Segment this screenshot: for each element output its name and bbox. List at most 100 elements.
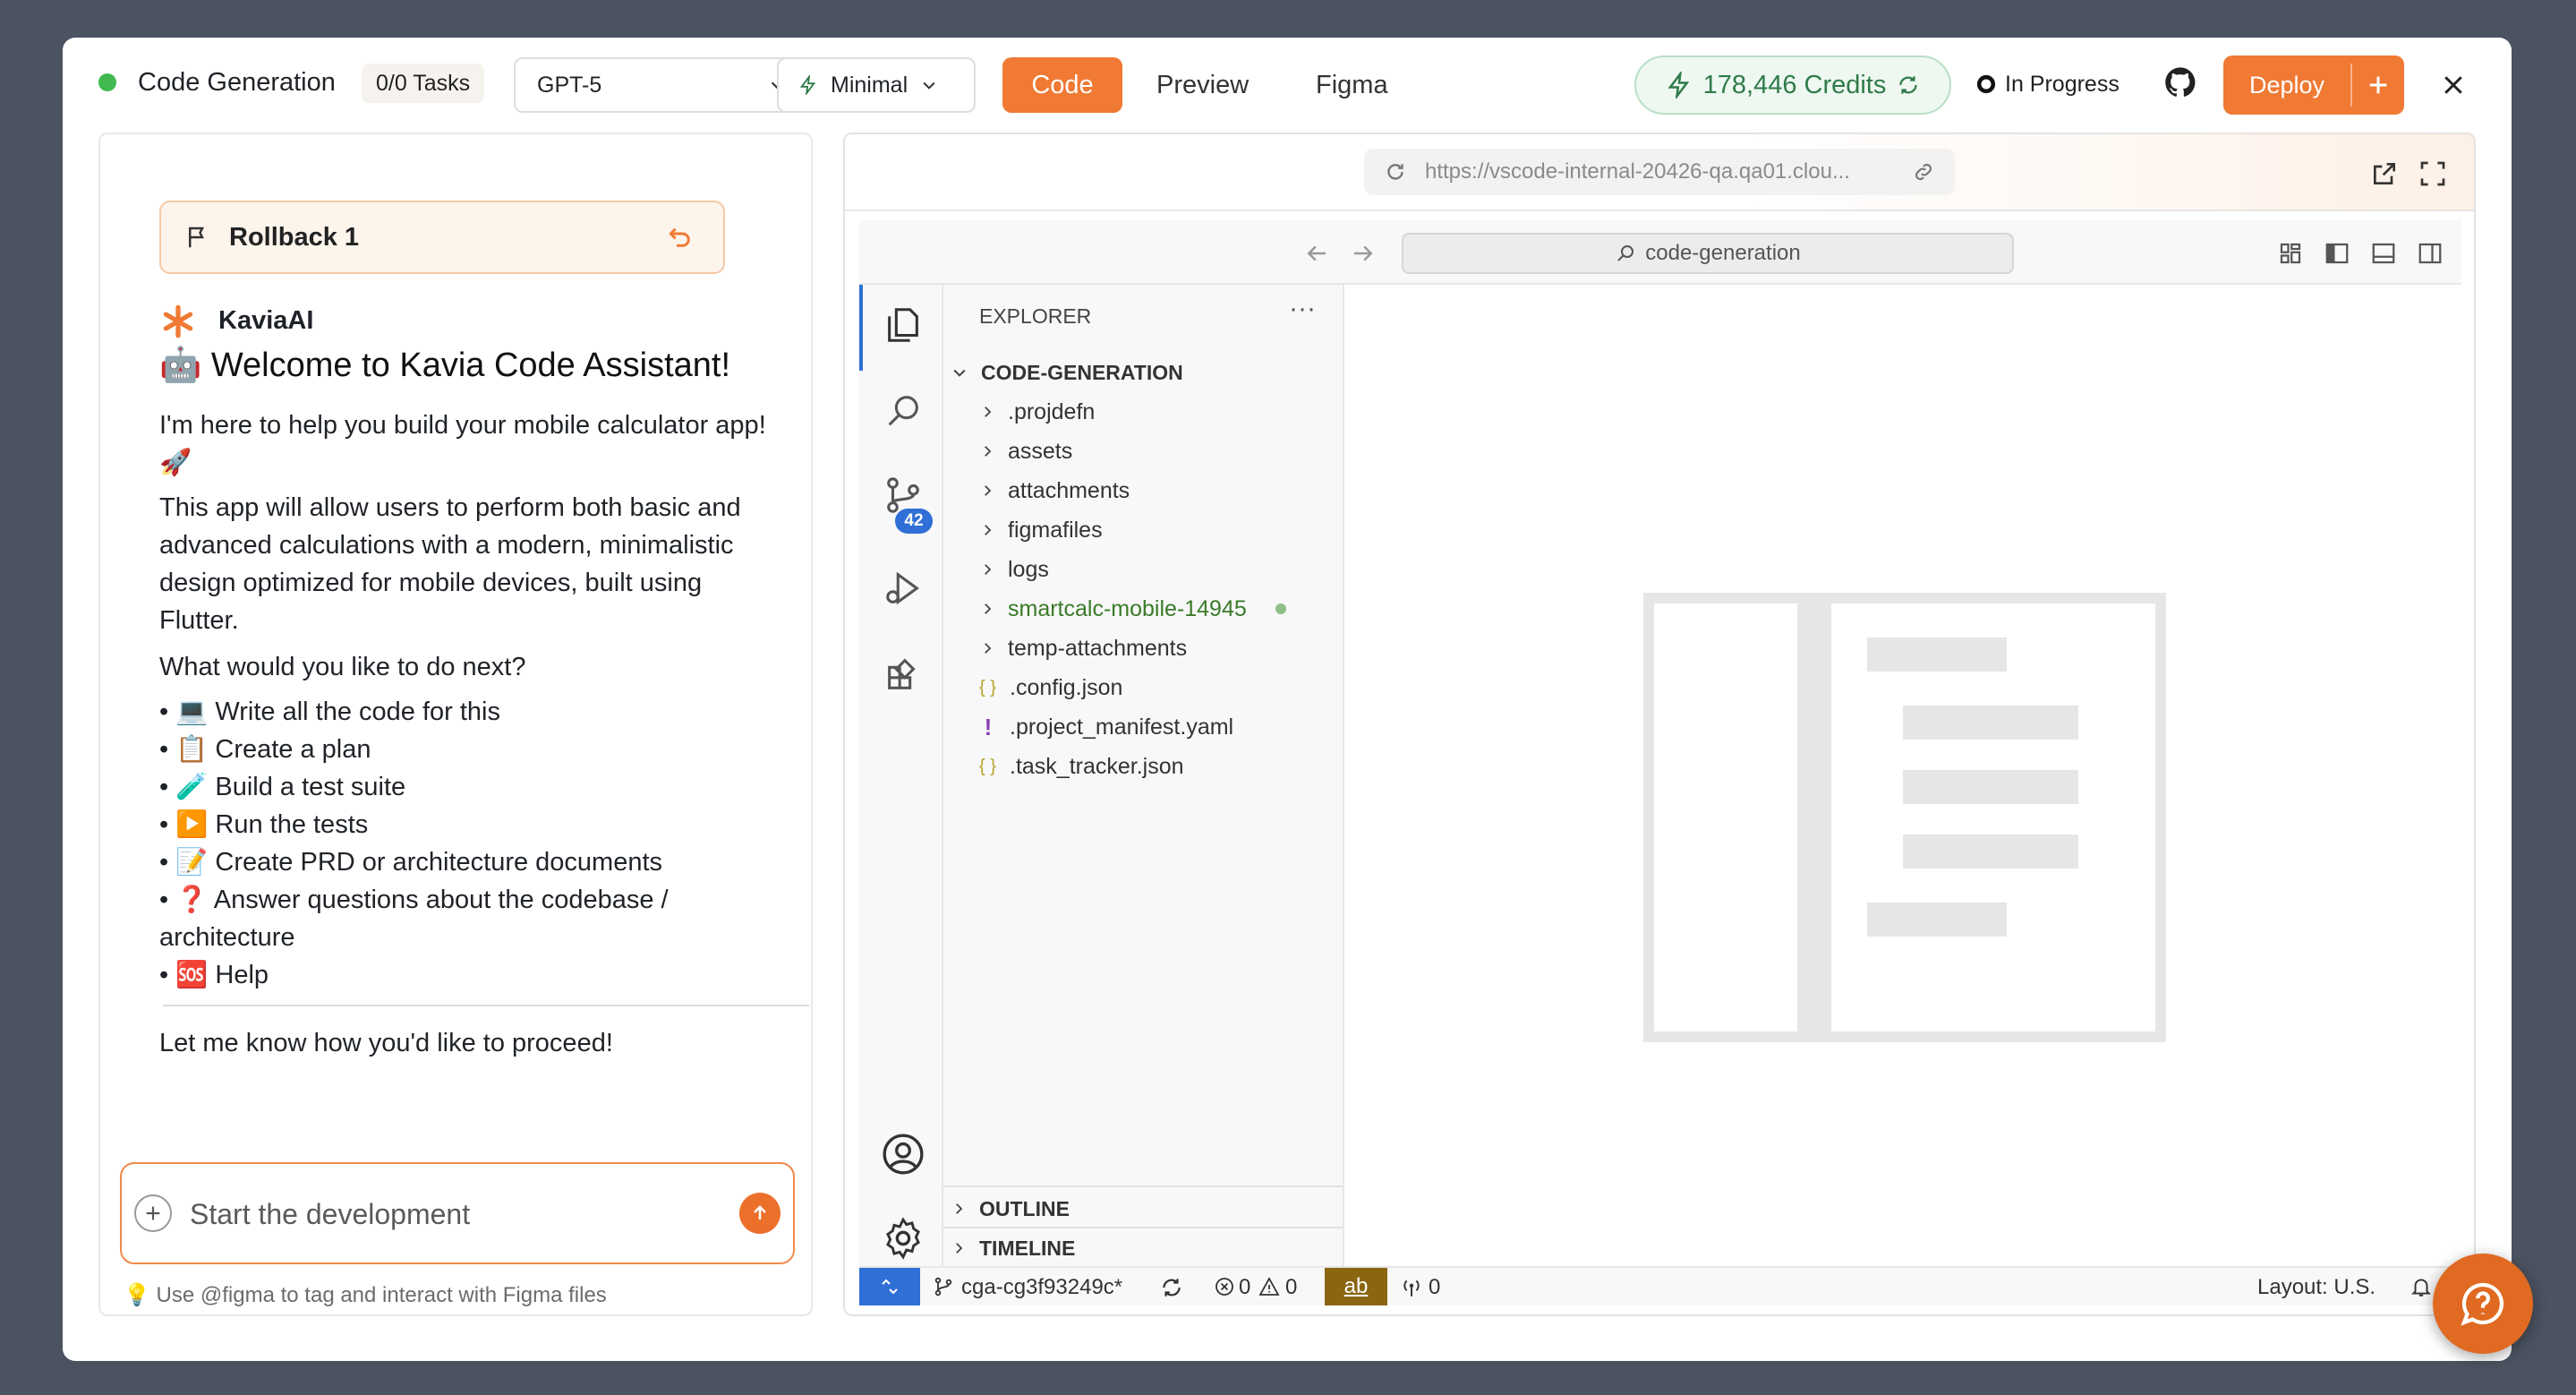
option-answer-questions[interactable]: • ❓ Answer questions about the codebase … — [159, 881, 669, 919]
folder-label: .projdefn — [1008, 398, 1096, 424]
warning-icon[interactable] — [1258, 1276, 1280, 1297]
keyboard-layout[interactable]: Layout: U.S. — [2257, 1275, 2376, 1300]
chevron-right-icon — [956, 1203, 963, 1214]
option-build-tests[interactable]: • 🧪 Build a test suite — [159, 768, 405, 806]
intro-rocket: 🚀 — [159, 449, 192, 477]
sender-name: KaviaAI — [218, 306, 314, 335]
sync-icon[interactable] — [1160, 1276, 1183, 1299]
tab-code[interactable]: Code — [1002, 57, 1122, 113]
status-bar: cga-cg3f93249c* 0 0 ab 0 Layout: U.S. — [859, 1266, 2461, 1305]
files-icon[interactable] — [883, 304, 924, 346]
tree-folder-logs[interactable]: logs — [979, 550, 1049, 589]
account-icon[interactable] — [881, 1132, 925, 1177]
remote-indicator-icon[interactable] — [859, 1268, 920, 1305]
option-write-code[interactable]: • 💻 Write all the code for this — [159, 693, 500, 731]
branch-label[interactable]: cga-cg3f93249c* — [961, 1275, 1122, 1300]
credits-badge[interactable]: 178,446 Credits — [1634, 56, 1951, 115]
explorer-title: EXPLORER — [979, 304, 1092, 328]
toggle-secondary-sidebar-icon[interactable] — [2417, 240, 2444, 267]
folder-label: temp-attachments — [1008, 635, 1188, 661]
option-help[interactable]: • 🆘 Help — [159, 956, 269, 994]
chat-input-box[interactable]: Start the development — [120, 1162, 795, 1264]
file-label: .config.json — [1010, 674, 1123, 700]
tab-preview[interactable]: Preview — [1156, 57, 1249, 113]
arrow-left-icon[interactable] — [1303, 240, 1330, 267]
deploy-button[interactable]: Deploy — [2223, 56, 2404, 115]
tab-figma[interactable]: Figma — [1316, 57, 1388, 113]
rollback-card[interactable]: Rollback 1 — [159, 201, 725, 274]
option-answer-questions-cont: architecture — [159, 923, 295, 952]
customize-layout-icon[interactable] — [2277, 240, 2304, 267]
option-run-tests[interactable]: • ▶️ Run the tests — [159, 806, 368, 843]
gear-icon[interactable] — [881, 1216, 925, 1261]
open-external-icon[interactable] — [2370, 159, 2399, 188]
tree-folder-assets[interactable]: assets — [979, 432, 1072, 471]
chevron-right-icon — [985, 564, 992, 575]
tree-file-task-tracker[interactable]: { } .task_tracker.json — [979, 747, 1184, 786]
close-icon[interactable] — [2440, 72, 2467, 98]
toggle-panel-icon[interactable] — [2370, 240, 2397, 267]
reload-icon[interactable] — [1384, 160, 1407, 184]
folder-label: logs — [1008, 556, 1049, 582]
warning-count: 0 — [1285, 1275, 1298, 1299]
bell-icon[interactable] — [2410, 1275, 2433, 1298]
activity-bar: 42 — [859, 285, 943, 1266]
url-field[interactable]: https://vscode-internal-20426-qa.qa01.cl… — [1364, 149, 1955, 195]
explorer-sidebar: EXPLORER ··· CODE-GENERATION .projdefn a… — [943, 285, 1344, 1266]
timeline-section[interactable]: TIMELINE — [951, 1228, 1075, 1268]
url-text: https://vscode-internal-20426-qa.qa01.cl… — [1425, 159, 1850, 184]
arrow-right-icon[interactable] — [1350, 240, 1377, 267]
more-actions-icon[interactable]: ··· — [1289, 294, 1316, 324]
help-chat-button[interactable] — [2433, 1254, 2533, 1354]
outline-section[interactable]: OUTLINE — [951, 1189, 1070, 1228]
progress-status-label: In Progress — [2005, 71, 2120, 97]
plus-icon[interactable] — [2352, 73, 2404, 98]
link-icon[interactable] — [1912, 160, 1935, 184]
bolt-icon — [798, 75, 818, 95]
tree-folder-projdefn[interactable]: .projdefn — [979, 392, 1095, 432]
search-icon — [1615, 243, 1636, 264]
desc-line-4: Flutter. — [159, 606, 239, 635]
run-debug-icon[interactable] — [883, 568, 924, 609]
error-icon[interactable] — [1214, 1276, 1235, 1297]
page-title: Code Generation — [138, 68, 336, 97]
folder-label: assets — [1008, 438, 1073, 464]
tree-root[interactable]: CODE-GENERATION — [951, 353, 1183, 392]
desc-line-2: advanced calculations with a modern, min… — [159, 531, 734, 560]
tree-folder-temp-attachments[interactable]: temp-attachments — [979, 629, 1187, 668]
chevron-right-icon — [985, 485, 992, 496]
credits-label: 178,446 Credits — [1702, 70, 1887, 99]
broadcast-icon[interactable] — [1400, 1276, 1423, 1299]
tree-folder-smartcalc[interactable]: smartcalc-mobile-14945 — [979, 589, 1286, 629]
kavia-logo-icon — [159, 303, 197, 340]
option-create-prd[interactable]: • 📝 Create PRD or architecture documents — [159, 843, 662, 881]
closing-text: Let me know how you'd like to proceed! — [159, 1029, 613, 1057]
chat-panel: Rollback 1 KaviaAI 🤖 Welcome to Kavia Co… — [98, 133, 813, 1316]
undo-icon[interactable] — [666, 223, 695, 252]
tree-file-manifest[interactable]: ! .project_manifest.yaml — [979, 707, 1233, 747]
search-icon[interactable] — [883, 390, 924, 432]
code-panel: https://vscode-internal-20426-qa.qa01.cl… — [843, 133, 2476, 1316]
spell-check-badge[interactable]: ab — [1325, 1268, 1387, 1305]
mode-select[interactable]: Minimal — [777, 57, 976, 113]
chevron-right-icon — [985, 603, 992, 614]
file-label: .project_manifest.yaml — [1010, 714, 1234, 740]
tree-folder-attachments[interactable]: attachments — [979, 471, 1130, 510]
option-create-plan[interactable]: • 📋 Create a plan — [159, 731, 371, 768]
chat-input[interactable]: Start the development — [190, 1198, 470, 1231]
tree-file-config[interactable]: { } .config.json — [979, 668, 1122, 707]
toggle-sidebar-icon[interactable] — [2324, 240, 2350, 267]
error-count: 0 — [1239, 1275, 1251, 1299]
tree-folder-figmafiles[interactable]: figmafiles — [979, 510, 1103, 550]
command-search[interactable]: code-generation — [1402, 233, 2014, 274]
model-select[interactable]: GPT-5 — [514, 57, 811, 113]
github-icon[interactable] — [2162, 64, 2198, 100]
url-bar: https://vscode-internal-20426-qa.qa01.cl… — [845, 134, 2474, 211]
progress-status: In Progress — [1976, 64, 2120, 104]
plus-icon[interactable] — [134, 1194, 172, 1232]
extensions-icon[interactable] — [883, 654, 924, 695]
send-button[interactable] — [739, 1193, 780, 1234]
yaml-file-icon: ! — [984, 713, 993, 740]
fullscreen-icon[interactable] — [2418, 159, 2447, 188]
arrow-up-icon — [754, 1205, 766, 1220]
